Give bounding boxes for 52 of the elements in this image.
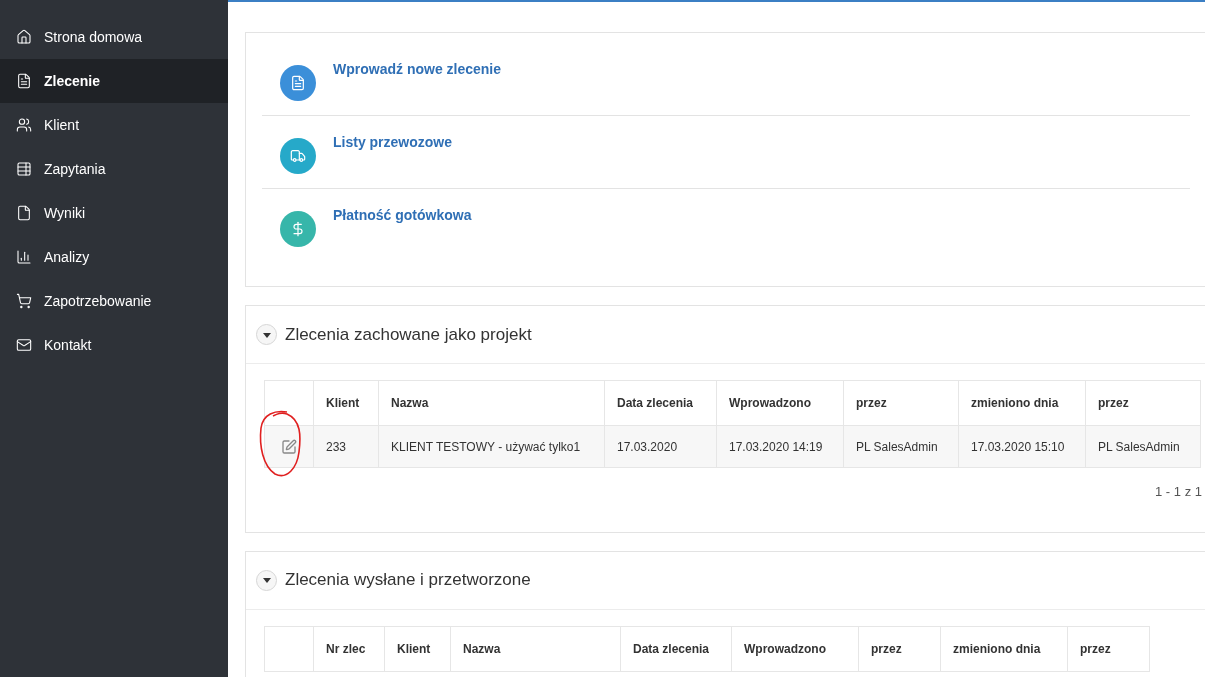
document-icon <box>290 75 306 91</box>
column-header: zmieniono dnia <box>971 396 1059 410</box>
table-cell: 17.03.2020 15:10 <box>958 425 1086 468</box>
table-cell: 233 <box>313 425 379 468</box>
column-header: Data zlecenia <box>617 396 694 410</box>
table-cell: KLIENT TESTOWY - używać tylko1 <box>378 425 605 468</box>
collapse-toggle[interactable] <box>256 569 277 591</box>
column-header: Nr zlec <box>326 641 366 656</box>
file-icon <box>16 205 32 221</box>
action-link[interactable]: Listy przewozowe <box>333 132 453 153</box>
table-cell: 17.03.2020 14:19 <box>716 425 844 468</box>
table-cell: PL SalesAdmin <box>843 425 959 468</box>
table-icon <box>16 161 32 177</box>
sidebar-item[interactable]: Kontakt <box>0 323 228 367</box>
users-icon <box>16 117 32 133</box>
action-link[interactable]: Płatność gotówkowa <box>333 205 472 226</box>
collapse-toggle[interactable] <box>256 324 277 345</box>
column-header: przez <box>871 641 902 656</box>
column-header: Nazwa <box>463 641 501 656</box>
sidebar-item[interactable]: Strona domowa <box>0 15 228 59</box>
sidebar-item[interactable]: Zlecenie <box>0 59 228 103</box>
column-header: Nazwa <box>391 396 429 410</box>
column-header: przez <box>1080 641 1111 656</box>
table-cell: PL SalesAdmin <box>1085 425 1201 468</box>
column-header: przez <box>856 396 887 410</box>
bar-chart-icon <box>16 249 32 265</box>
home-icon <box>16 29 32 45</box>
column-header: Klient <box>397 641 431 656</box>
column-header: Wprowadzono <box>744 641 826 656</box>
sidebar-item[interactable]: Klient <box>0 103 228 147</box>
sidebar-item[interactable]: Analizy <box>0 235 228 279</box>
section-title: Zlecenia zachowane jako projekt <box>285 323 532 346</box>
pagination-info: 1 - 1 z 1 <box>1155 483 1202 501</box>
sidebar-item[interactable]: Zapotrzebowanie <box>0 279 228 323</box>
sidebar-item[interactable]: Wyniki <box>0 191 228 235</box>
dollar-icon <box>290 221 306 237</box>
truck-icon <box>290 148 306 164</box>
column-header: Wprowadzono <box>729 396 811 410</box>
edit-icon[interactable] <box>281 438 297 455</box>
column-header: Data zlecenia <box>633 641 710 656</box>
cart-icon <box>16 293 32 309</box>
column-header: Klient <box>326 396 360 410</box>
section-title: Zlecenia wysłane i przetworzone <box>285 569 531 592</box>
column-header: zmieniono dnia <box>953 641 1041 656</box>
table-cell: 17.03.2020 <box>604 425 717 468</box>
column-header: przez <box>1098 396 1129 410</box>
caret-icon <box>262 330 271 339</box>
caret-icon <box>262 576 271 584</box>
action-link[interactable]: Wprowadź nowe zlecenie <box>333 59 502 80</box>
sidebar-item[interactable]: Zapytania <box>0 147 228 191</box>
mail-icon <box>16 337 32 353</box>
document-icon <box>16 73 32 89</box>
